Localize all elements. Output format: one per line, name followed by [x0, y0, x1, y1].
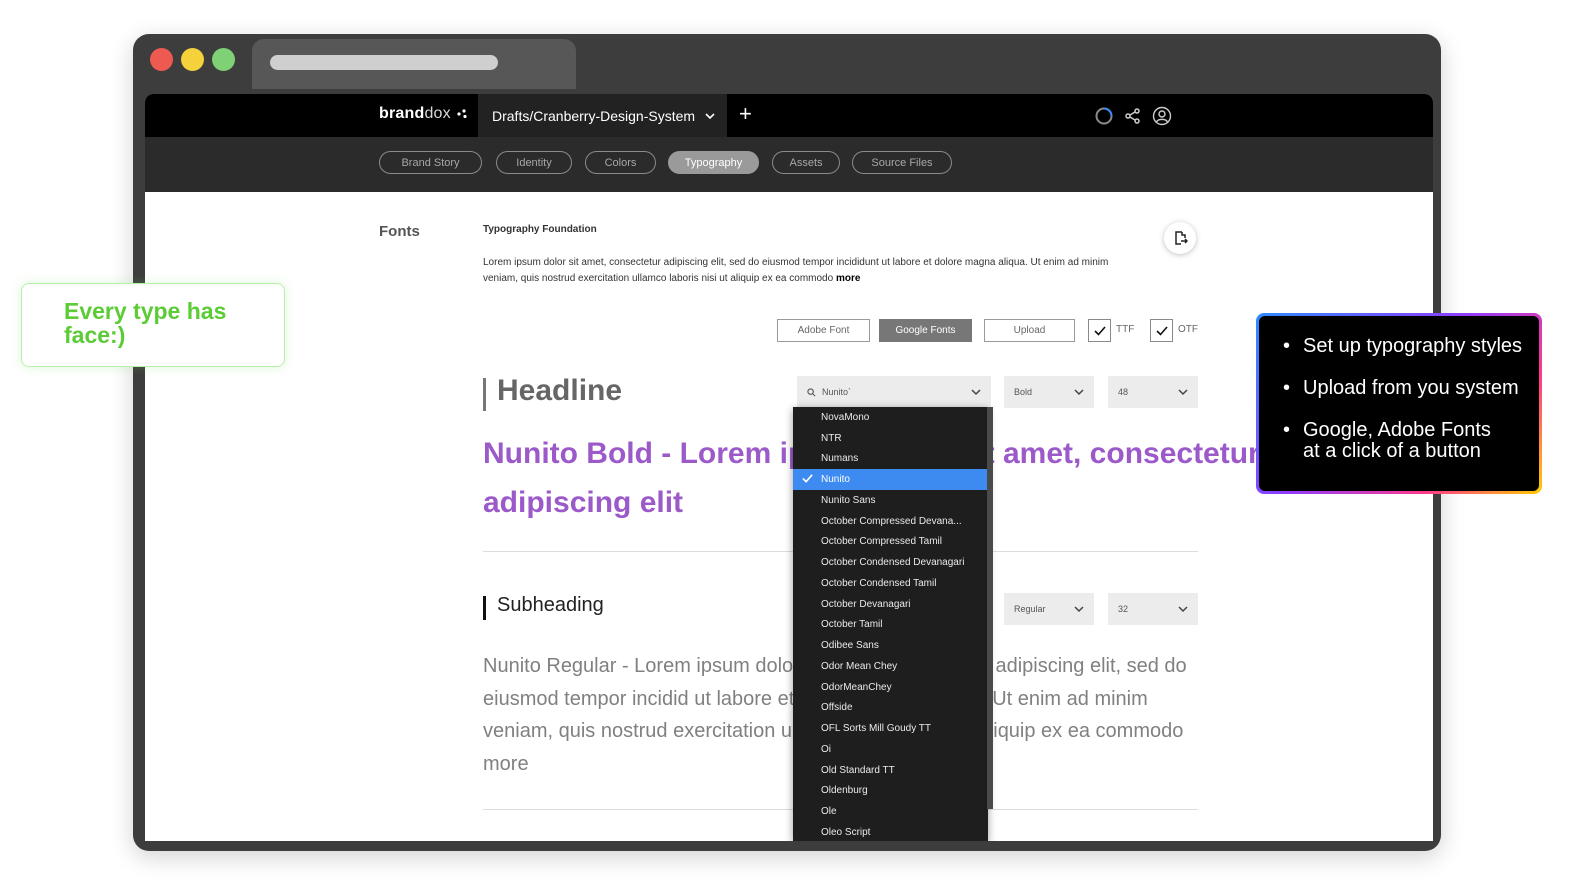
google-fonts-button[interactable]: Google Fonts — [879, 319, 972, 342]
tab-colors[interactable]: Colors — [585, 151, 656, 174]
font-option[interactable]: NovaMono — [793, 407, 988, 428]
size-value: 48 — [1118, 387, 1129, 397]
ttf-checkbox[interactable] — [1088, 319, 1111, 342]
description-text: Lorem ipsum dolor sit amet, consectetur … — [483, 257, 1109, 284]
checkmark-icon — [1155, 325, 1168, 336]
weight-value: Bold — [1014, 387, 1033, 397]
chevron-down-icon — [705, 112, 715, 119]
ttf-label: TTF — [1116, 324, 1135, 335]
section-title: Fonts — [379, 223, 420, 240]
font-option[interactable]: October Devanagari — [793, 594, 988, 615]
headline-marker — [483, 378, 486, 411]
headline-size-select[interactable]: 48 — [1108, 376, 1198, 408]
project-selector[interactable]: Drafts/Cranberry-Design-System — [478, 94, 727, 137]
font-option[interactable]: Old Standard TT — [793, 760, 988, 781]
features-callout: Set up typography styles Upload from you… — [1256, 313, 1542, 494]
font-option[interactable]: Odibee Sans — [793, 635, 988, 656]
tab-identity[interactable]: Identity — [496, 151, 572, 174]
headline-weight-select[interactable]: Bold — [1004, 376, 1094, 408]
font-dropdown-list[interactable]: NovaMono NTR Numans Nunito Nunito Sans Octobe… — [793, 407, 988, 841]
more-link[interactable]: more — [836, 273, 860, 284]
tab-source-files[interactable]: Source Files — [852, 151, 952, 174]
user-profile-icon[interactable] — [1152, 106, 1172, 126]
brand-logo[interactable]: branddox — [379, 105, 468, 123]
foundation-title: Typography Foundation — [483, 224, 597, 235]
font-search-value: Nunito` — [822, 387, 852, 397]
address-bar[interactable] — [270, 55, 498, 70]
project-path: Drafts/Cranberry-Design-System — [492, 107, 696, 124]
app-viewport: branddox Drafts/Cranberry-Design-System … — [145, 94, 1433, 841]
adobe-font-button[interactable]: Adobe Font — [777, 319, 870, 342]
subheading-marker — [483, 596, 486, 620]
subheading-weight-select[interactable]: Regular — [1004, 593, 1094, 625]
font-option[interactable]: Offside — [793, 698, 988, 719]
font-option[interactable]: OdorMeanChey — [793, 677, 988, 698]
feature-item: Set up typography styles — [1279, 336, 1539, 358]
app-header: branddox Drafts/Cranberry-Design-System … — [145, 94, 1433, 137]
feature-item: Google, Adobe Fonts at a click of a butt… — [1279, 420, 1504, 462]
font-option[interactable]: October Compressed Devana... — [793, 511, 988, 532]
foundation-description: Lorem ipsum dolor sit amet, consectetur … — [483, 255, 1123, 287]
checkmark-icon — [1093, 325, 1106, 336]
export-file-icon — [1175, 231, 1188, 245]
font-option[interactable]: Nunito Sans — [793, 490, 988, 511]
tagline-text: Every type has face:) — [64, 298, 227, 348]
chevron-down-icon — [971, 389, 981, 396]
dropdown-scrollbar[interactable] — [987, 407, 993, 809]
font-option[interactable]: October Condensed Devanagari — [793, 552, 988, 573]
features-list: Set up typography styles Upload from you… — [1279, 336, 1539, 462]
share-icon[interactable] — [1123, 106, 1143, 126]
headline-label: Headline — [497, 374, 623, 407]
font-option[interactable]: Numans — [793, 449, 988, 470]
font-option[interactable]: Oldenburg — [793, 781, 988, 802]
font-option-label: Nunito — [821, 474, 850, 486]
tab-typography[interactable]: Typography — [668, 151, 759, 174]
font-option[interactable]: NTR — [793, 428, 988, 449]
chevron-down-icon — [1074, 389, 1084, 396]
weight-value: Regular — [1014, 604, 1046, 614]
font-option[interactable]: Oi — [793, 739, 988, 760]
close-window-button[interactable] — [150, 48, 173, 71]
logo-mark-icon — [456, 109, 467, 118]
sync-status-icon[interactable] — [1094, 106, 1114, 126]
chevron-down-icon — [1074, 606, 1084, 613]
minimize-window-button[interactable] — [181, 48, 204, 71]
font-option[interactable]: October Compressed Tamil — [793, 532, 988, 553]
subheading-label: Subheading — [497, 594, 604, 616]
otf-label: OTF — [1178, 324, 1198, 335]
subheading-size-select[interactable]: 32 — [1108, 593, 1198, 625]
font-option[interactable]: Nunito — [793, 469, 988, 490]
checkmark-icon — [802, 474, 813, 484]
headline-font-select[interactable]: Nunito` — [797, 376, 991, 408]
font-option[interactable]: October Condensed Tamil — [793, 573, 988, 594]
chevron-down-icon — [1178, 389, 1188, 396]
font-option[interactable]: October Tamil — [793, 615, 988, 636]
export-button[interactable] — [1164, 222, 1196, 254]
maximize-window-button[interactable] — [212, 48, 235, 71]
search-icon — [807, 387, 816, 396]
font-option[interactable]: Ole — [793, 801, 988, 822]
section-nav: Brand Story Identity Colors Typography A… — [145, 137, 1433, 192]
add-button[interactable]: + — [739, 103, 752, 125]
tab-assets[interactable]: Assets — [772, 151, 840, 174]
tab-brand-story[interactable]: Brand Story — [379, 151, 482, 174]
font-option[interactable]: OFL Sorts Mill Goudy TT — [793, 718, 988, 739]
font-option[interactable]: Odor Mean Chey — [793, 656, 988, 677]
tagline-callout: Every type has face:) — [21, 283, 285, 367]
feature-item: Upload from you system — [1279, 378, 1539, 400]
otf-checkbox[interactable] — [1150, 319, 1173, 342]
size-value: 32 — [1118, 604, 1129, 614]
chevron-down-icon — [1178, 606, 1188, 613]
upload-button[interactable]: Upload — [984, 319, 1075, 342]
features-panel: Set up typography styles Upload from you… — [1259, 316, 1539, 491]
font-option[interactable]: Oleo Script — [793, 822, 988, 841]
